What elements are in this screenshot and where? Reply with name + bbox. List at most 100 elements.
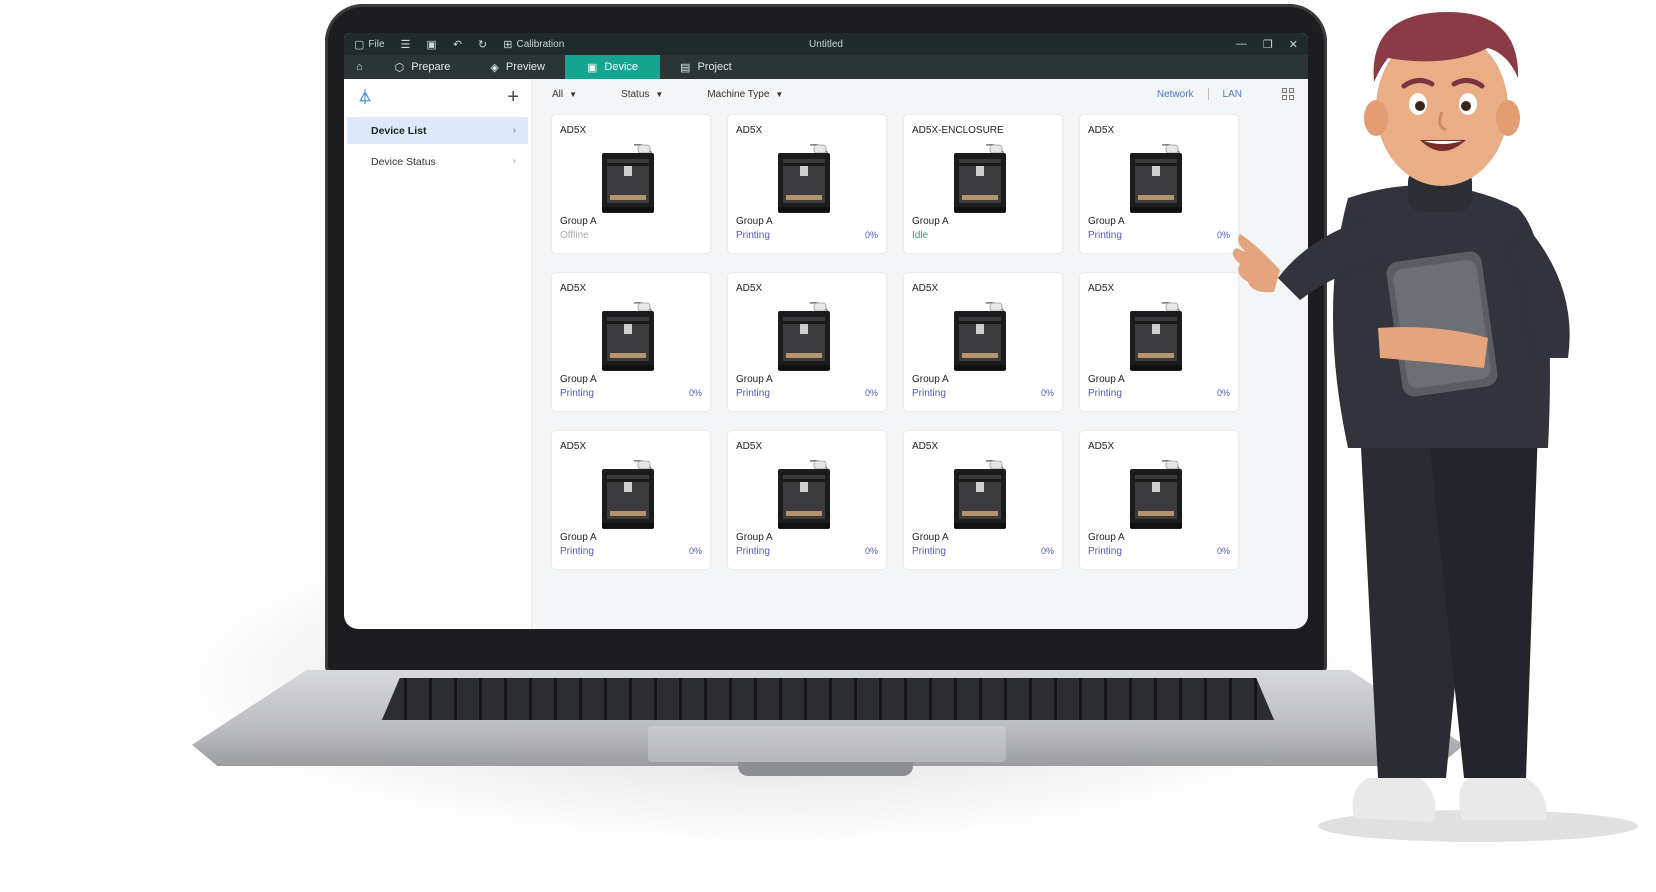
device-group: Group A — [560, 374, 597, 385]
printer-image — [1126, 299, 1186, 373]
window-title: Untitled — [809, 38, 843, 50]
device-status: Printing — [1088, 546, 1122, 557]
file-menu-label: File — [368, 38, 385, 50]
printer-image — [950, 141, 1010, 215]
device-status: Printing — [560, 388, 594, 399]
add-device-icon[interactable]: + — [507, 87, 519, 107]
device-group: Group A — [560, 216, 597, 227]
device-card[interactable]: AD5X Group A Printing 0% — [552, 273, 710, 411]
device-card[interactable]: AD5X Group A Printing 0% — [728, 273, 886, 411]
file-menu[interactable]: ▢ File — [354, 38, 385, 51]
sidebar: ⏃ + Device List › Device Status › — [344, 79, 532, 629]
device-status: Printing — [736, 230, 770, 241]
scene: ▢ File ☰ ▣ ↶ ↻ ⊞ Calibration Untitled — — [0, 0, 1656, 892]
device-card[interactable]: AD5X Group A Printing 0% — [1080, 431, 1238, 569]
tab-preview[interactable]: ◈ Preview — [470, 55, 565, 79]
network-link[interactable]: Network — [1157, 89, 1194, 100]
device-status: Printing — [736, 388, 770, 399]
device-card[interactable]: AD5X Group A Offline — [552, 115, 710, 253]
device-panel: All ▼ Status ▼ Machine Type ▼ Network LA… — [532, 79, 1308, 629]
device-icon: ▣ — [587, 61, 598, 74]
calibration-button[interactable]: ⊞ Calibration — [503, 38, 564, 51]
tab-device[interactable]: ▣ Device — [565, 55, 661, 79]
project-icon: ▤ — [680, 61, 691, 74]
device-progress: 0% — [864, 388, 878, 398]
caret-down-icon: ▼ — [569, 89, 578, 99]
app-body: ⏃ + Device List › Device Status › All ▼ — [344, 79, 1308, 629]
title-bar: ▢ File ☰ ▣ ↶ ↻ ⊞ Calibration Untitled — — [344, 33, 1308, 55]
device-status: Printing — [560, 546, 594, 557]
save-button[interactable]: ▣ — [426, 38, 436, 51]
device-card[interactable]: AD5X-ENCLOSURE Group A Idle — [904, 115, 1062, 253]
device-group: Group A — [736, 532, 773, 543]
tab-bar: ⌂ ⬡ Prepare ◈ Preview ▣ Device ▤ Project — [344, 55, 1308, 79]
device-model: AD5X-ENCLOSURE — [912, 125, 1004, 136]
tab-preview-label: Preview — [505, 61, 545, 73]
device-group: Group A — [1088, 532, 1125, 543]
device-progress: 0% — [864, 546, 878, 556]
printer-image — [774, 141, 834, 215]
device-status: Idle — [912, 230, 929, 241]
sidebar-item-label: Device Status — [371, 155, 436, 168]
tab-prepare[interactable]: ⬡ Prepare — [375, 55, 471, 79]
save-icon: ▣ — [426, 38, 437, 51]
sidebar-item-device-status[interactable]: Device Status › — [347, 148, 528, 175]
undo-icon: ↶ — [452, 38, 463, 51]
device-model: AD5X — [736, 283, 763, 294]
device-model: AD5X — [736, 125, 763, 136]
device-model: AD5X — [912, 283, 939, 294]
laptop-notch — [738, 762, 913, 776]
device-model: AD5X — [560, 125, 587, 136]
device-group: Group A — [736, 216, 773, 227]
device-card[interactable]: AD5X Group A Printing 0% — [904, 273, 1062, 411]
undo-button[interactable]: ↶ — [453, 38, 462, 51]
device-status: Printing — [1088, 230, 1122, 241]
home-icon: ⌂ — [356, 61, 363, 73]
cube-icon: ⬡ — [394, 61, 405, 74]
filter-all[interactable]: All ▼ — [552, 89, 577, 100]
menu-button[interactable]: ☰ — [401, 38, 411, 51]
printer-image — [950, 457, 1010, 531]
device-progress: 0% — [1040, 546, 1054, 556]
filter-machine-type[interactable]: Machine Type ▼ — [707, 89, 783, 100]
sidebar-item-label: Device List — [371, 124, 427, 137]
chevron-right-icon: › — [512, 125, 516, 136]
sidebar-item-device-list[interactable]: Device List › — [347, 117, 528, 144]
printer-image — [598, 141, 658, 215]
device-group: Group A — [912, 532, 949, 543]
device-status: Printing — [912, 388, 946, 399]
printer-image — [598, 299, 658, 373]
printer-image — [774, 457, 834, 531]
device-grid: AD5X Group A Offline AD5X Group A Printi… — [552, 115, 1294, 569]
device-card[interactable]: AD5X Group A Printing 0% — [552, 431, 710, 569]
sidebar-header: ⏃ + — [344, 87, 531, 117]
calibration-icon: ⊞ — [503, 38, 513, 51]
tab-home[interactable]: ⌂ — [344, 55, 375, 79]
menu-icon: ☰ — [400, 38, 411, 51]
filter-machine-type-label: Machine Type — [707, 88, 770, 100]
redo-icon: ↻ — [478, 38, 488, 51]
device-group: Group A — [736, 374, 773, 385]
device-card[interactable]: AD5X Group A Printing 0% — [904, 431, 1062, 569]
printer-image — [1126, 141, 1186, 215]
device-status: Printing — [1088, 388, 1122, 399]
device-group: Group A — [560, 532, 597, 543]
redo-button[interactable]: ↻ — [478, 38, 487, 51]
divider — [1207, 88, 1209, 100]
device-model: AD5X — [736, 441, 763, 452]
device-group: Group A — [912, 374, 949, 385]
printer-image — [1126, 457, 1186, 531]
app-window: ▢ File ☰ ▣ ↶ ↻ ⊞ Calibration Untitled — — [344, 33, 1308, 629]
device-card[interactable]: AD5X Group A Printing 0% — [1080, 273, 1238, 411]
device-model: AD5X — [1088, 441, 1115, 452]
file-icon: ▢ — [354, 38, 365, 51]
laptop-keyboard — [382, 678, 1274, 720]
filter-status[interactable]: Status ▼ — [621, 89, 663, 100]
device-model: AD5X — [560, 441, 587, 452]
device-card[interactable]: AD5X Group A Printing 0% — [1080, 115, 1238, 253]
device-card[interactable]: AD5X Group A Printing 0% — [728, 431, 886, 569]
device-card[interactable]: AD5X Group A Printing 0% — [728, 115, 886, 253]
tab-prepare-label: Prepare — [411, 61, 451, 73]
tab-project[interactable]: ▤ Project — [660, 55, 752, 79]
device-status: Printing — [736, 546, 770, 557]
